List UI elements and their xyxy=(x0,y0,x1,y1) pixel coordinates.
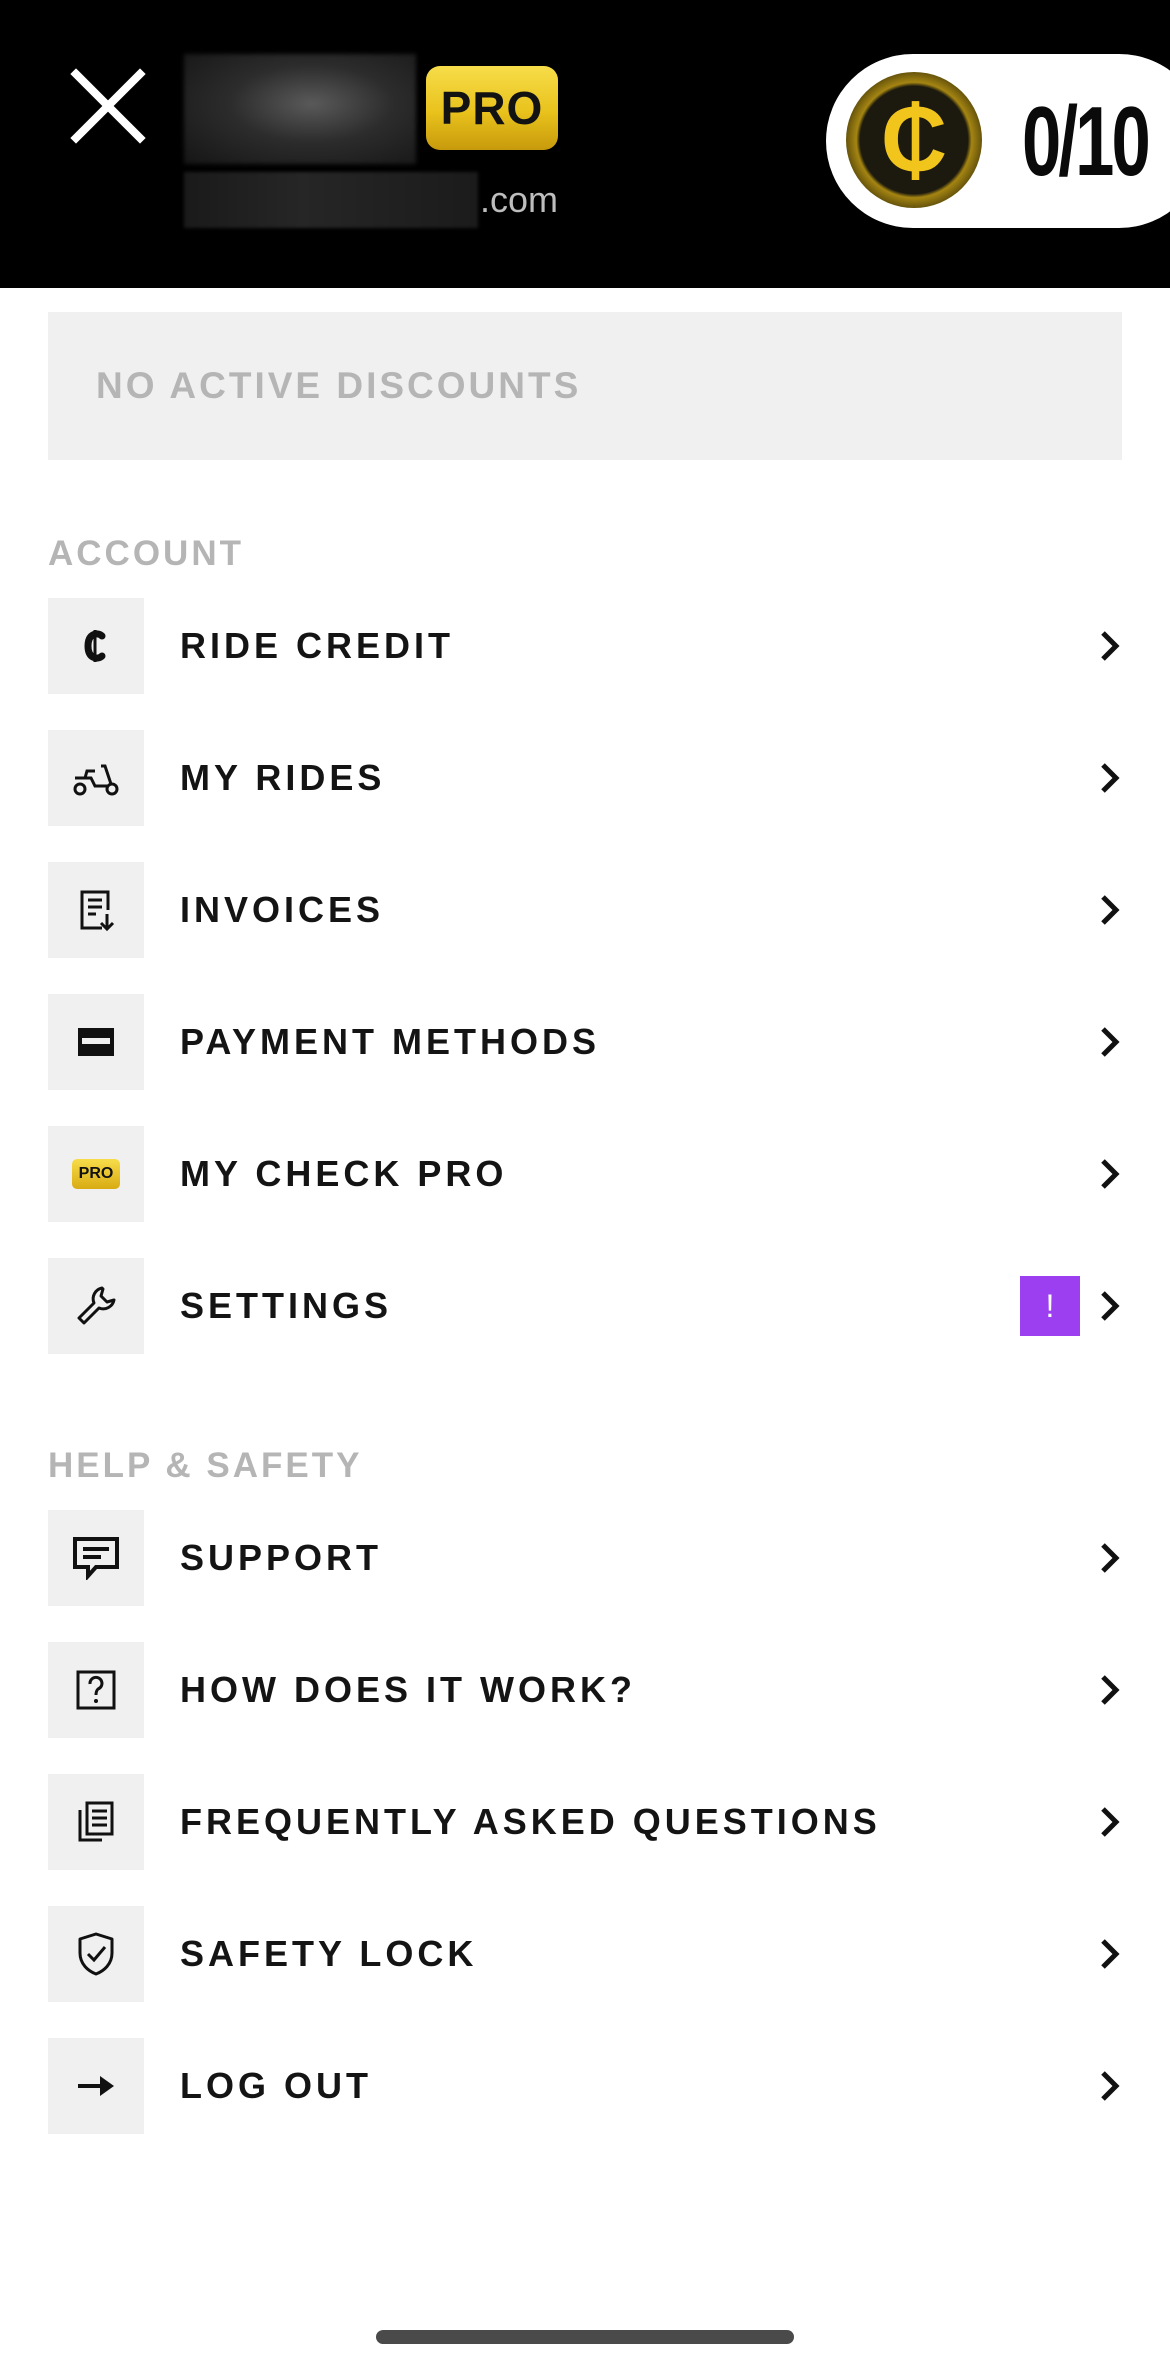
chevron-right-icon xyxy=(1101,763,1120,793)
menu-item-how-does-it-work[interactable]: HOW DOES IT WORK? xyxy=(48,1642,1128,1738)
pro-badge-icon-text: PRO xyxy=(72,1159,120,1189)
chevron-right-icon xyxy=(1101,1675,1120,1705)
credit-coin-icon: ₵ xyxy=(846,72,982,208)
menu-label: HOW DOES IT WORK? xyxy=(180,1669,636,1710)
documents-icon xyxy=(48,1774,144,1870)
invoice-download-icon xyxy=(48,862,144,958)
chevron-right-icon xyxy=(1101,895,1120,925)
scooter-icon xyxy=(48,730,144,826)
card-icon xyxy=(48,994,144,1090)
menu-label: MY RIDES xyxy=(180,757,386,798)
section-title-help-safety: HELP & SAFETY xyxy=(48,1446,363,1485)
menu-label: SETTINGS xyxy=(180,1285,393,1326)
chevron-right-icon xyxy=(1101,1291,1120,1321)
wrench-icon xyxy=(48,1258,144,1354)
profile-header: .com PRO ₵ 0/10 xyxy=(0,0,1170,288)
pro-badge: PRO xyxy=(426,66,558,150)
menu-item-payment-methods[interactable]: PAYMENT METHODS xyxy=(48,994,1128,1090)
menu-label: RIDE CREDIT xyxy=(180,625,455,666)
chevron-right-icon xyxy=(1101,2071,1120,2101)
discount-banner: NO ACTIVE DISCOUNTS xyxy=(48,312,1122,460)
menu-item-invoices[interactable]: INVOICES xyxy=(48,862,1128,958)
arrow-right-icon xyxy=(48,2038,144,2134)
menu-item-support[interactable]: SUPPORT xyxy=(48,1510,1128,1606)
credit-coin-icon xyxy=(48,598,144,694)
close-icon[interactable] xyxy=(70,68,146,144)
chat-icon xyxy=(48,1510,144,1606)
chevron-right-icon xyxy=(1101,1807,1120,1837)
menu-item-log-out[interactable]: LOG OUT xyxy=(48,2038,1128,2134)
email-suffix: .com xyxy=(480,179,559,220)
section-title-account: ACCOUNT xyxy=(48,534,244,573)
menu-label: FREQUENTLY ASKED QUESTIONS xyxy=(180,1801,881,1842)
menu-label: INVOICES xyxy=(180,889,385,930)
chevron-right-icon xyxy=(1101,631,1120,661)
settings-alert-badge: ! xyxy=(1020,1276,1080,1336)
menu-item-settings[interactable]: SETTINGS ! xyxy=(48,1258,1128,1354)
chevron-right-icon xyxy=(1101,1159,1120,1189)
menu-item-ride-credit[interactable]: RIDE CREDIT xyxy=(48,598,1128,694)
discount-status-text: NO ACTIVE DISCOUNTS xyxy=(96,365,582,406)
coin-symbol: ₵ xyxy=(880,88,948,191)
menu-label: MY CHECK PRO xyxy=(180,1153,508,1194)
pro-badge-icon: PRO xyxy=(48,1126,144,1222)
question-icon xyxy=(48,1642,144,1738)
credit-count: 0/10 xyxy=(1022,86,1151,196)
chevron-right-icon xyxy=(1101,1939,1120,1969)
menu-label: SUPPORT xyxy=(180,1537,383,1578)
menu-item-my-rides[interactable]: MY RIDES xyxy=(48,730,1128,826)
home-indicator[interactable] xyxy=(376,2330,794,2344)
menu-label: SAFETY LOCK xyxy=(180,1933,478,1974)
menu-item-safety-lock[interactable]: SAFETY LOCK xyxy=(48,1906,1128,2002)
menu-label: PAYMENT METHODS xyxy=(180,1021,601,1062)
menu-item-my-check-pro[interactable]: PRO MY CHECK PRO xyxy=(48,1126,1128,1222)
menu-item-faq[interactable]: FREQUENTLY ASKED QUESTIONS xyxy=(48,1774,1128,1870)
chevron-right-icon xyxy=(1101,1543,1120,1573)
chevron-right-icon xyxy=(1101,1027,1120,1057)
ride-credit-counter[interactable]: ₵ 0/10 xyxy=(826,54,1170,228)
user-email-redacted xyxy=(184,172,478,228)
menu-label: LOG OUT xyxy=(180,2065,372,2106)
user-name-redacted xyxy=(184,54,416,164)
shield-check-icon xyxy=(48,1906,144,2002)
